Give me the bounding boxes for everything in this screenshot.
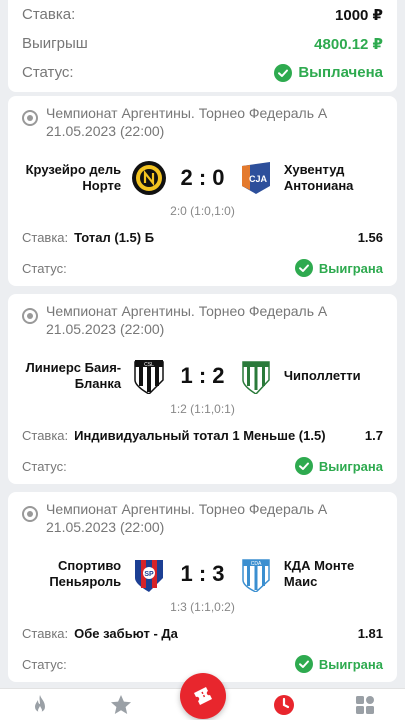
status-won: Выиграна (294, 655, 383, 673)
match-score: 1 : 3 (180, 561, 225, 586)
cda-monte-maiz-logo: CDA (242, 559, 270, 592)
summary-status-row: Статус: Выплачена (22, 58, 383, 87)
match-card[interactable]: Чемпионат Аргентины. Торнео Федераль А 2… (8, 492, 397, 682)
ticket-button[interactable] (180, 673, 226, 719)
away-team: КДА Монте Маис (283, 558, 355, 589)
match-row: Спортиво Пеньяроль SP 1 : 3 CDA КДА Монт… (22, 554, 383, 594)
bet-summary: Ставка: 1000 ₽ Выигрыш 4800.12 ₽ Статус:… (8, 0, 397, 92)
bet-label: Ставка: (22, 428, 69, 443)
match-score: 2 : 0 (180, 165, 225, 190)
status-row: Статус: Выиграна (22, 259, 383, 277)
liniers-logo: CSL (134, 360, 164, 394)
ticket-icon (194, 687, 212, 705)
partial-score: 1:2 (1:1,0:1) (170, 402, 235, 416)
bet-row: Ставка: Тотал (1.5) Б 1.56 (22, 230, 383, 245)
win-row: Выигрыш 4800.12 ₽ (22, 29, 383, 58)
check-circle-icon (294, 655, 313, 673)
status-label: Статус: (22, 260, 67, 276)
win-value: 4800.12 ₽ (314, 35, 383, 53)
check-circle-icon (294, 457, 313, 475)
svg-text:CDA: CDA (251, 561, 262, 567)
summary-status: Выплачена (274, 63, 383, 82)
bet-name: Индивидуальный тотал 1 Меньше (1.5) (74, 428, 326, 443)
stake-value: 1000 ₽ (335, 6, 383, 24)
check-circle-icon (294, 259, 313, 277)
grid-icon[interactable] (353, 693, 377, 717)
home-team: Спортиво Пеньяроль (49, 558, 122, 589)
svg-text:CJA: CJA (249, 174, 268, 184)
bet-row: Ставка: Обе забьют - Да 1.81 (22, 626, 383, 641)
juventud-antoniana-logo: CJA (241, 162, 270, 194)
league-row: Чемпионат Аргентины. Торнео Федераль А 2… (22, 500, 383, 536)
bet-name: Обе забьют - Да (74, 626, 178, 641)
status-won: Выиграна (294, 259, 383, 277)
status-value: Выиграна (318, 260, 383, 276)
cruzeiro-del-norte-logo (132, 161, 167, 195)
match-row: Крузейро дель Норте 2 : 0 CJA Хувентуд А… (22, 158, 383, 198)
status-label: Статус: (22, 656, 67, 672)
away-team: Чиполлетти (283, 368, 361, 383)
match-score: 1 : 2 (180, 363, 225, 388)
match-datetime: 21.05.2023 (22:00) (46, 519, 165, 535)
sportivo-penarol-logo: SP (135, 560, 164, 592)
win-label: Выигрыш (22, 35, 88, 52)
bet-odd: 1.56 (357, 230, 383, 245)
league-name: Чемпионат Аргентины. Торнео Федераль А (46, 303, 328, 319)
bet-label: Ставка: (22, 230, 69, 245)
partial-score: 1:3 (1:1,0:2) (170, 600, 235, 614)
football-icon (22, 110, 38, 126)
star-icon[interactable] (109, 693, 133, 717)
bet-label: Ставка: (22, 626, 69, 641)
football-icon (22, 308, 38, 324)
status-row: Статус: Выиграна (22, 655, 383, 673)
bet-name: Тотал (1.5) Б (74, 230, 155, 245)
bet-odd: 1.81 (357, 626, 383, 641)
bottom-tab-bar (0, 673, 405, 720)
match-card[interactable]: Чемпионат Аргентины. Торнео Федераль А 2… (8, 294, 397, 484)
match-datetime: 21.05.2023 (22:00) (46, 321, 165, 337)
league-name: Чемпионат Аргентины. Торнео Федераль А (46, 501, 328, 517)
svg-text:SP: SP (144, 571, 154, 578)
match-row: Линиерс Баия-Бланка CSL 1 : 2 Чиполлетти (22, 356, 383, 396)
bet-odd: 1.7 (364, 428, 383, 443)
clock-icon[interactable] (272, 693, 296, 717)
status-label: Статус: (22, 458, 67, 474)
summary-status-label: Статус: (22, 64, 74, 81)
status-won: Выиграна (294, 457, 383, 475)
league-row: Чемпионат Аргентины. Торнео Федераль А 2… (22, 302, 383, 338)
stake-label: Ставка: (22, 6, 76, 23)
summary-status-value: Выплачена (298, 64, 383, 81)
cipolletti-logo (242, 361, 270, 394)
home-team: Линиерс Баия-Бланка (25, 360, 122, 391)
match-datetime: 21.05.2023 (22:00) (46, 123, 165, 139)
away-team: Хувентуд Антониана (283, 162, 354, 193)
stake-row: Ставка: 1000 ₽ (22, 0, 383, 29)
home-team: Крузейро дель Норте (25, 162, 122, 193)
league-name: Чемпионат Аргентины. Торнео Федераль А (46, 105, 328, 121)
check-circle-icon (274, 63, 293, 82)
fire-icon[interactable] (28, 693, 52, 717)
status-value: Выиграна (318, 458, 383, 474)
svg-text:CSL: CSL (144, 362, 154, 368)
league-row: Чемпионат Аргентины. Торнео Федераль А 2… (22, 104, 383, 140)
match-card[interactable]: Чемпионат Аргентины. Торнео Федераль А 2… (8, 96, 397, 286)
status-value: Выиграна (318, 656, 383, 672)
bet-row: Ставка: Индивидуальный тотал 1 Меньше (1… (22, 428, 383, 443)
status-row: Статус: Выиграна (22, 457, 383, 475)
partial-score: 2:0 (1:0,1:0) (170, 204, 235, 218)
football-icon (22, 506, 38, 522)
